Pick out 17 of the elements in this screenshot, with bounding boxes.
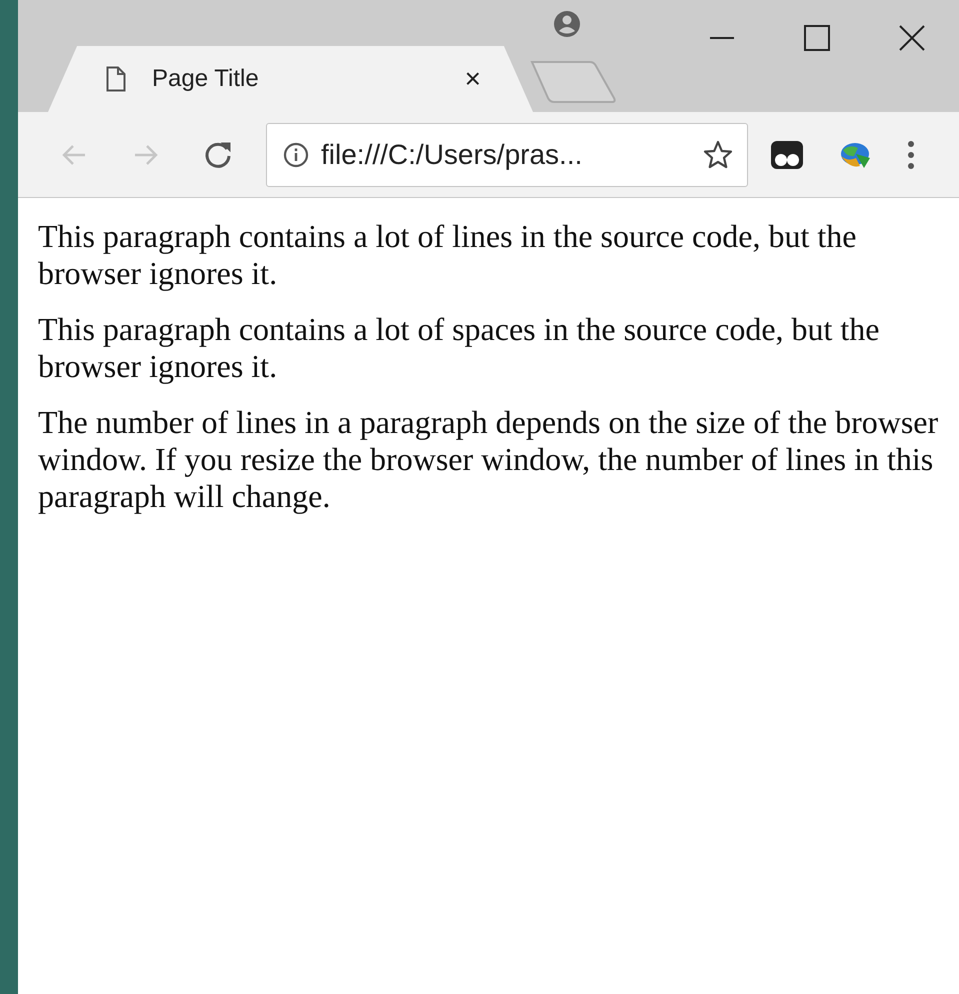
paragraph: The number of lines in a paragraph depends on the size of the browser window. If you resize the browser window, the number of lines in this paragraph will change. [38,404,940,515]
address-bar[interactable]: file:///C:/Users/pras... [266,122,748,186]
tab-title: Page Title [152,64,260,94]
close-icon [898,25,924,51]
paragraph: This paragraph contains a lot of spaces in the source code, but the browser ignores it. [38,311,880,385]
profile-icon[interactable] [553,10,581,38]
tab-close-button[interactable]: × [464,65,481,93]
browser-tab[interactable]: Page Title × [48,46,533,112]
menu-icon[interactable] [906,140,916,170]
maximize-icon [804,25,830,51]
bookmark-star-icon[interactable] [703,140,733,170]
info-icon [283,142,309,168]
url-text: file:///C:/Users/pras... [321,138,584,172]
minimize-icon [710,36,734,40]
reload-icon [203,140,233,170]
paragraph: This paragraph contains a lot of lines in the source code, but the browser ignores it. [38,218,858,292]
page-icon [106,66,126,92]
